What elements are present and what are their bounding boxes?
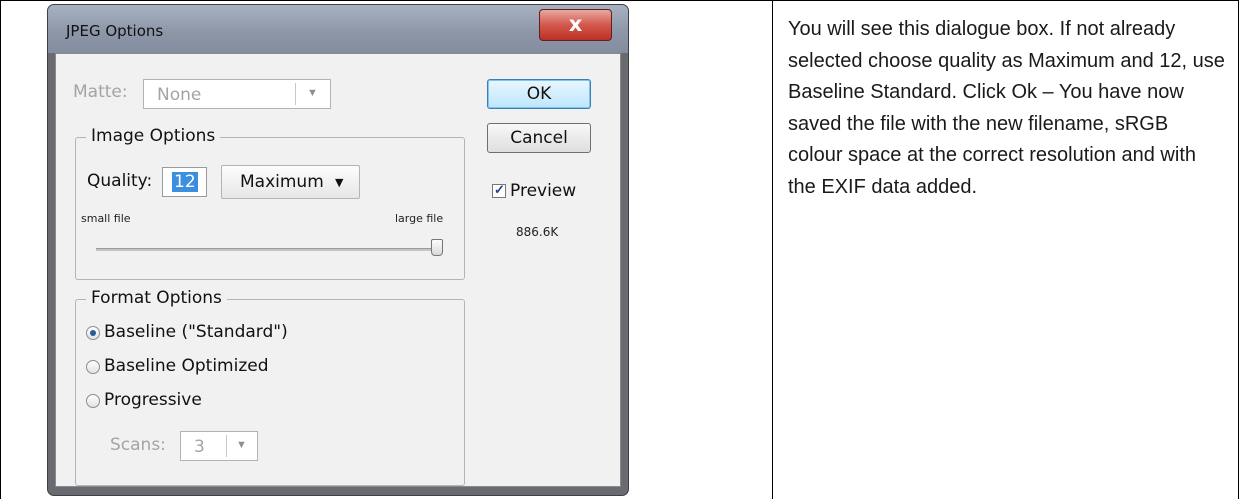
- jpeg-options-dialog: JPEG Options x Matte: None ▼ OK Cancel ✓…: [47, 4, 629, 496]
- baseline-optimized-radio[interactable]: [86, 360, 100, 374]
- checkmark-icon: ✓: [494, 182, 505, 197]
- table-border-left: [0, 0, 1, 499]
- chevron-down-icon: ▼: [307, 87, 318, 99]
- quality-input[interactable]: 12: [162, 167, 207, 197]
- quality-preset-value: Maximum: [240, 172, 324, 192]
- image-options-group: Image Options Quality: 12 Maximum ▼ smal…: [75, 126, 465, 280]
- quality-preset-select[interactable]: Maximum ▼: [221, 165, 360, 199]
- baseline-standard-label: Baseline ("Standard"): [104, 322, 288, 342]
- progressive-label: Progressive: [104, 390, 202, 410]
- image-options-title: Image Options: [86, 126, 221, 146]
- close-button[interactable]: x: [539, 9, 612, 41]
- instruction-text: You will see this dialogue box. If not a…: [788, 18, 1225, 198]
- quality-slider-thumb[interactable]: [431, 239, 443, 256]
- format-options-group: Format Options Baseline ("Standard") Bas…: [75, 288, 465, 486]
- preview-label: Preview: [510, 181, 577, 201]
- document-table: JPEG Options x Matte: None ▼ OK Cancel ✓…: [0, 0, 1239, 499]
- matte-select[interactable]: None ▼: [143, 79, 331, 109]
- slider-min-label: small file: [81, 212, 131, 225]
- baseline-standard-radio[interactable]: [86, 326, 100, 340]
- ok-button[interactable]: OK: [487, 79, 591, 109]
- quality-label: Quality:: [87, 171, 153, 191]
- quality-value: 12: [172, 172, 198, 192]
- chevron-down-icon: ▼: [335, 176, 344, 189]
- chevron-down-icon: ▼: [236, 439, 247, 451]
- preview-checkbox[interactable]: ✓: [492, 182, 506, 198]
- slider-max-label: large file: [395, 212, 444, 225]
- radio-selected-dot: [90, 330, 96, 336]
- dialog-body: Matte: None ▼ OK Cancel ✓ Preview 886.6K…: [55, 53, 621, 487]
- scans-select-separator: [226, 435, 227, 457]
- dialog-titlebar: JPEG Options x: [48, 5, 628, 53]
- matte-value: None: [157, 85, 202, 105]
- matte-label: Matte:: [73, 82, 128, 102]
- quality-slider-track[interactable]: [96, 248, 441, 251]
- table-column-divider: [772, 0, 773, 499]
- file-size-readout: 886.6K: [516, 225, 559, 239]
- table-border-top: [0, 0, 1239, 1]
- format-options-title: Format Options: [86, 288, 227, 308]
- scans-select[interactable]: 3 ▼: [180, 431, 258, 461]
- progressive-radio[interactable]: [86, 394, 100, 408]
- dialog-title: JPEG Options: [66, 22, 164, 40]
- scans-value: 3: [194, 437, 205, 457]
- baseline-optimized-label: Baseline Optimized: [104, 356, 269, 376]
- scans-label: Scans:: [110, 435, 166, 455]
- cancel-button[interactable]: Cancel: [487, 123, 591, 153]
- matte-select-separator: [295, 83, 296, 105]
